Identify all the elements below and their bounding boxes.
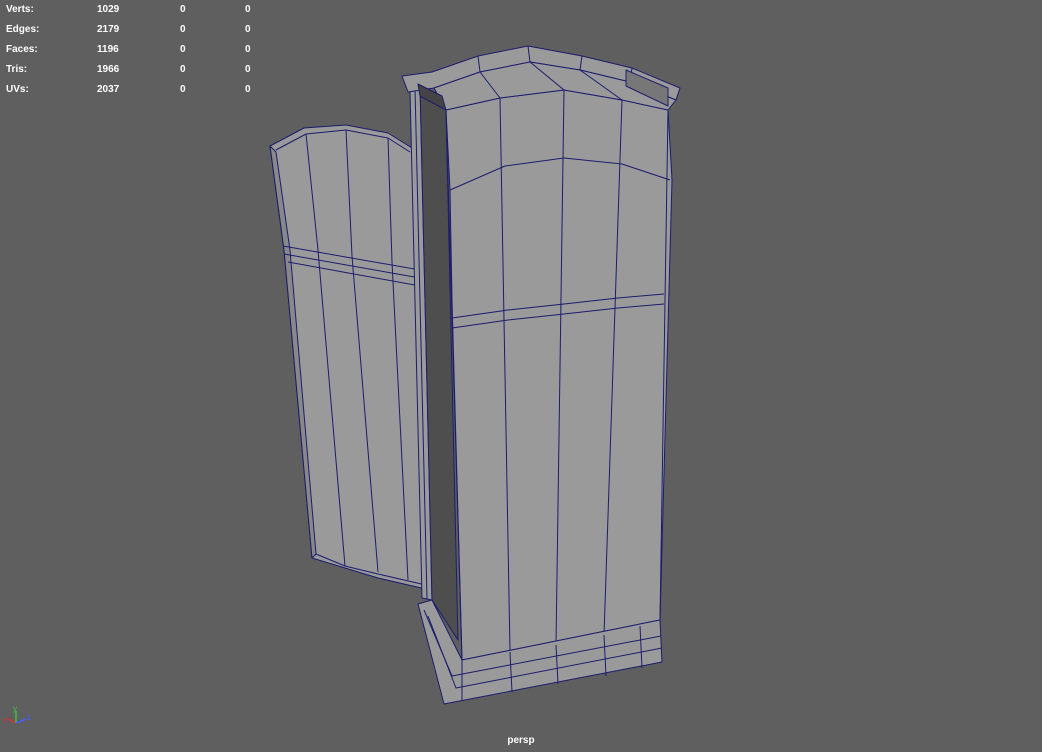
axis-x-line: [7, 718, 17, 724]
cabinet-front: [445, 89, 673, 661]
view-axis-indicator: x y z: [3, 704, 31, 724]
wardrobe-mesh[interactable]: [0, 0, 1042, 752]
open-door-panel: [269, 124, 431, 591]
axis-x-label: x: [3, 715, 7, 724]
maya-viewport[interactable]: Verts: 1029 0 0 Edges: 2179 0 0 Faces: 1…: [0, 0, 1042, 752]
axis-y-label: y: [13, 704, 17, 713]
camera-name-label: persp: [507, 735, 535, 746]
axis-z-line: [15, 718, 27, 724]
axis-z-label: z: [27, 713, 31, 722]
